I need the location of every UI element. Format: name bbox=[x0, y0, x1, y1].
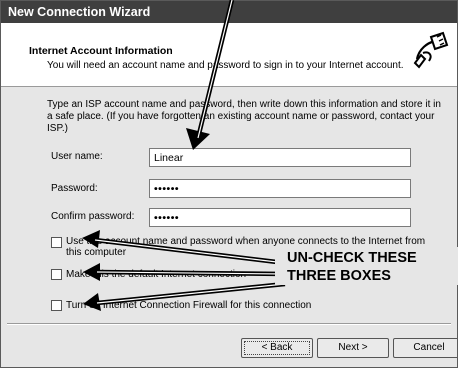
confirm-password-field[interactable]: •••••• bbox=[149, 208, 411, 227]
firewall-checkbox-label: Turn on Internet Connection Firewall for… bbox=[66, 300, 312, 311]
user-name-field[interactable]: Linear bbox=[149, 148, 411, 167]
instructions-text: Type an ISP account name and password, t… bbox=[47, 99, 441, 134]
next-button[interactable]: Next > bbox=[317, 338, 389, 358]
user-name-label: User name: bbox=[51, 151, 103, 162]
confirm-password-label: Confirm password: bbox=[51, 211, 135, 222]
separator bbox=[7, 323, 451, 325]
header-title: Internet Account Information bbox=[29, 45, 173, 57]
back-button[interactable]: < Back bbox=[241, 338, 313, 358]
default-connection-checkbox[interactable] bbox=[51, 269, 62, 280]
callout-line-2: THREE BOXES bbox=[287, 268, 391, 284]
password-label: Password: bbox=[51, 183, 98, 194]
wizard-header: Internet Account Information You will ne… bbox=[1, 23, 457, 87]
window-title: New Connection Wizard bbox=[8, 5, 151, 19]
use-account-checkbox[interactable] bbox=[51, 237, 62, 248]
firewall-checkbox[interactable] bbox=[51, 300, 62, 311]
password-field[interactable]: •••••• bbox=[149, 179, 411, 198]
title-bar[interactable]: New Connection Wizard bbox=[1, 1, 457, 23]
cancel-button[interactable]: Cancel bbox=[393, 338, 457, 358]
wizard-window: New Connection Wizard Internet Account I… bbox=[0, 0, 458, 368]
header-subtitle: You will need an account name and passwo… bbox=[47, 60, 404, 71]
annotation-callout: UN-CHECK THESE THREE BOXES bbox=[275, 247, 458, 285]
callout-line-1: UN-CHECK THESE bbox=[287, 250, 417, 266]
network-plug-icon bbox=[410, 30, 450, 69]
default-connection-checkbox-label: Make this the default Internet connectio… bbox=[66, 269, 247, 280]
